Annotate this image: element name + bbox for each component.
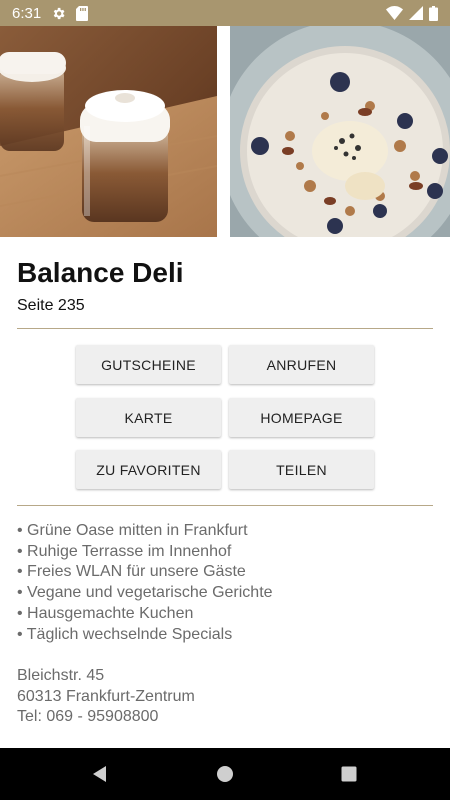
divider-bottom bbox=[17, 505, 433, 506]
settings-icon bbox=[51, 6, 66, 21]
list-item: Hausgemachte Kuchen bbox=[17, 604, 273, 625]
call-button[interactable]: ANRUFEN bbox=[229, 345, 374, 384]
address-block: Bleichstr. 45 60313 Frankfurt-Zentrum Te… bbox=[17, 666, 195, 728]
list-item: Ruhige Terrasse im Innenhof bbox=[17, 542, 273, 563]
status-time: 6:31 bbox=[12, 4, 42, 22]
cappuccino-photo bbox=[0, 26, 217, 237]
recent-apps-icon[interactable] bbox=[337, 762, 361, 786]
home-icon[interactable] bbox=[213, 762, 237, 786]
phone-number: Tel: 069 - 95908800 bbox=[17, 708, 159, 726]
homepage-button[interactable]: HOMEPAGE bbox=[229, 398, 374, 437]
divider-top bbox=[17, 328, 433, 329]
signal-icon bbox=[409, 6, 423, 20]
address-street: Bleichstr. 45 bbox=[17, 667, 105, 684]
share-button[interactable]: TEILEN bbox=[229, 450, 374, 489]
system-nav-bar bbox=[0, 748, 450, 800]
feature-list: Grüne Oase mitten in Frankfurt Ruhige Te… bbox=[17, 521, 273, 645]
list-item: Täglich wechselnde Specials bbox=[17, 625, 273, 646]
photo-gallery bbox=[0, 26, 450, 237]
muesli-bowl-photo bbox=[230, 26, 450, 237]
list-item: Freies WLAN für unsere Gäste bbox=[17, 562, 273, 583]
address-city: 60313 Frankfurt-Zentrum bbox=[17, 687, 195, 705]
sd-card-icon bbox=[76, 5, 89, 21]
list-item: Vegane und vegetarische Gerichte bbox=[17, 583, 273, 604]
add-favorite-button[interactable]: ZU FAVORITEN bbox=[76, 450, 221, 489]
back-icon[interactable] bbox=[88, 762, 112, 786]
vouchers-button[interactable]: GUTSCHEINE bbox=[76, 345, 221, 384]
wifi-icon bbox=[386, 6, 403, 20]
venue-title: Balance Deli bbox=[17, 257, 184, 288]
battery-icon bbox=[429, 5, 438, 21]
page-reference: Seite 235 bbox=[17, 297, 85, 314]
map-button[interactable]: KARTE bbox=[76, 398, 221, 437]
list-item: Grüne Oase mitten in Frankfurt bbox=[17, 521, 273, 542]
status-bar: 6:31 bbox=[0, 0, 450, 26]
